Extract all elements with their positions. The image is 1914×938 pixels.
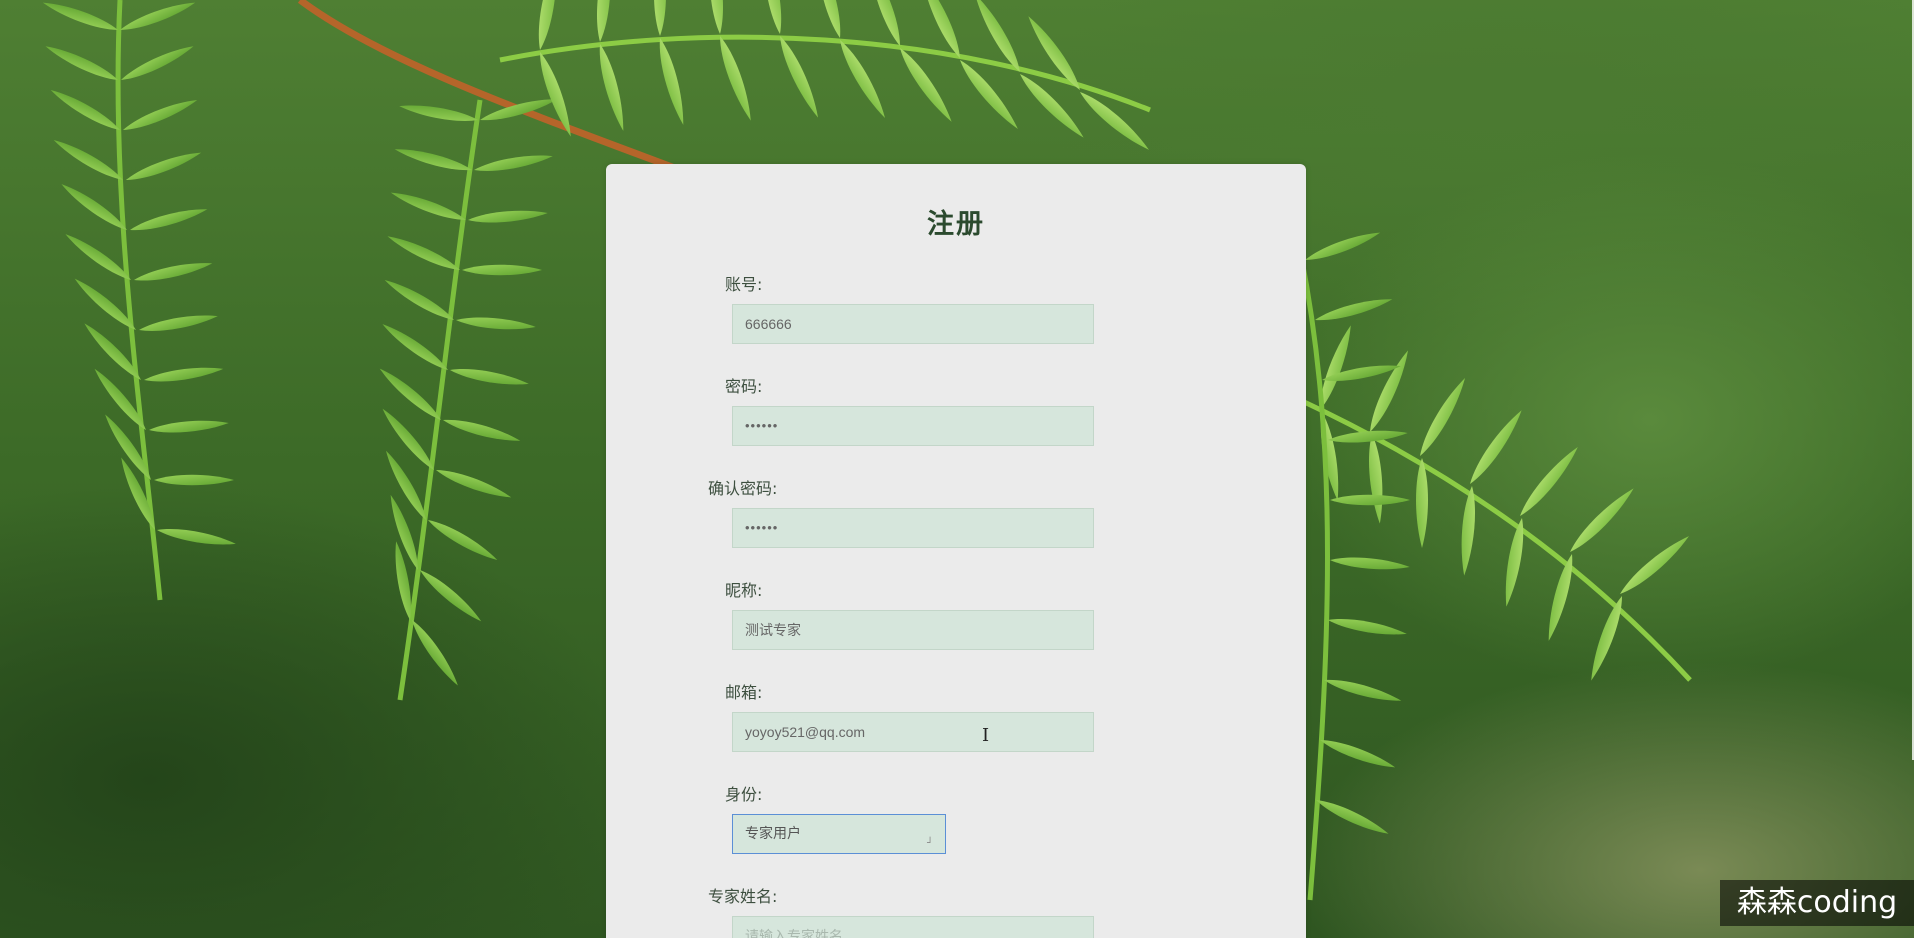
email-input[interactable]: yoyoy521@qq.com: [732, 712, 1094, 752]
nickname-label: 昵称:: [725, 581, 763, 600]
expert-name-input[interactable]: 请输入专家姓名: [732, 916, 1094, 938]
expert-name-label: 专家姓名:: [708, 887, 778, 906]
password-input[interactable]: ••••••: [732, 406, 1094, 446]
confirm-password-label: 确认密码:: [708, 479, 778, 498]
watermark: 森森coding: [1720, 880, 1914, 926]
register-card: 注册 账号: 666666 密码: •••••• 确认密码: •••••• 昵称…: [606, 164, 1306, 938]
email-label: 邮箱:: [725, 683, 763, 702]
password-label: 密码:: [725, 377, 763, 396]
chevron-down-icon: ┘: [926, 838, 933, 849]
confirm-password-input[interactable]: ••••••: [732, 508, 1094, 548]
account-label: 账号:: [725, 275, 763, 294]
text-cursor-icon: I: [982, 725, 990, 746]
account-input[interactable]: 666666: [732, 304, 1094, 344]
identity-label: 身份:: [725, 785, 763, 804]
page-title: 注册: [927, 209, 985, 240]
identity-select-value: 专家用户: [745, 826, 801, 842]
identity-select[interactable]: 专家用户 ┘: [732, 814, 946, 854]
nickname-input[interactable]: 测试专家: [732, 610, 1094, 650]
